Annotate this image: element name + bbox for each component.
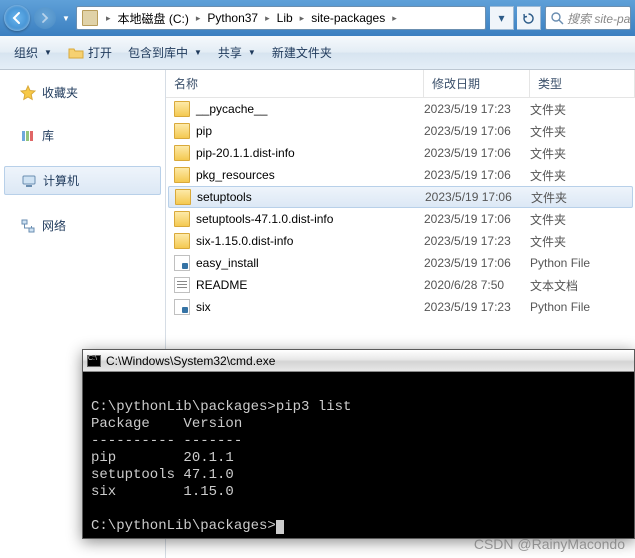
file-row[interactable]: setuptools 2023/5/19 17:06文件夹 xyxy=(168,186,633,208)
folder-icon xyxy=(174,101,190,117)
column-header-name[interactable]: 名称 xyxy=(166,70,424,97)
breadcrumb-segment[interactable]: Lib xyxy=(275,11,295,25)
organize-button[interactable]: 组织▼ xyxy=(6,40,60,65)
file-type: 文本文档 xyxy=(530,277,578,294)
folder-icon xyxy=(175,189,191,205)
file-type: Python File xyxy=(530,256,590,270)
search-input[interactable]: 搜索 site-pack xyxy=(545,6,631,30)
file-date: 2023/5/19 17:23 xyxy=(424,102,530,116)
file-name: pip-20.1.1.dist-info xyxy=(196,146,295,160)
search-placeholder: 搜索 site-pack xyxy=(567,10,631,27)
new-folder-button[interactable]: 新建文件夹 xyxy=(264,40,340,65)
cursor xyxy=(276,520,284,534)
chevron-right-icon[interactable]: ▸ xyxy=(191,13,206,24)
search-icon xyxy=(550,11,564,25)
file-row[interactable]: setuptools-47.1.0.dist-info 2023/5/19 17:… xyxy=(166,208,635,230)
file-row[interactable]: pip 2023/5/19 17:06文件夹 xyxy=(166,120,635,142)
file-date: 2023/5/19 17:06 xyxy=(424,256,530,270)
file-name: six-1.15.0.dist-info xyxy=(196,234,293,248)
library-icon xyxy=(20,128,36,144)
file-name: setuptools-47.1.0.dist-info xyxy=(196,212,333,226)
folder-open-icon xyxy=(68,45,84,61)
file-type: 文件夹 xyxy=(530,233,566,250)
file-rows: __pycache__2023/5/19 17:23文件夹pip2023/5/1… xyxy=(166,98,635,318)
file-name: setuptools xyxy=(197,190,252,204)
command-toolbar: 组织▼ 打开 包含到库中▼ 共享▼ 新建文件夹 xyxy=(0,36,635,70)
star-icon xyxy=(20,85,36,101)
file-row[interactable]: six 2023/5/19 17:23Python File xyxy=(166,296,635,318)
chevron-right-icon[interactable]: ▸ xyxy=(101,13,116,24)
nav-back-button[interactable] xyxy=(4,5,30,31)
chevron-right-icon[interactable]: ▸ xyxy=(387,13,402,24)
chevron-right-icon[interactable]: ▸ xyxy=(295,13,310,24)
address-dropdown-button[interactable]: ▾ xyxy=(490,6,514,30)
folder-icon xyxy=(174,167,190,183)
cmd-window[interactable]: C:\Windows\System32\cmd.exe C:\pythonLib… xyxy=(82,349,635,539)
cmd-title-text: C:\Windows\System32\cmd.exe xyxy=(106,354,275,368)
file-date: 2023/5/19 17:23 xyxy=(424,234,530,248)
file-type: 文件夹 xyxy=(530,167,566,184)
refresh-button[interactable] xyxy=(517,6,541,30)
sidebar-item-favorites[interactable]: 收藏夹 xyxy=(0,78,165,107)
drive-icon xyxy=(82,10,98,26)
file-name: __pycache__ xyxy=(196,102,267,116)
file-name: pkg_resources xyxy=(196,168,275,182)
file-row[interactable]: six-1.15.0.dist-info 2023/5/19 17:23文件夹 xyxy=(166,230,635,252)
file-type: 文件夹 xyxy=(530,101,566,118)
file-type: 文件夹 xyxy=(531,189,567,206)
computer-icon xyxy=(21,173,37,189)
file-date: 2023/5/19 17:23 xyxy=(424,300,530,314)
sidebar-item-network[interactable]: 网络 xyxy=(0,211,165,240)
column-headers: 名称 修改日期 类型 xyxy=(166,70,635,98)
file-type: 文件夹 xyxy=(530,211,566,228)
folder-icon xyxy=(174,211,190,227)
chevron-right-icon[interactable]: ▸ xyxy=(260,13,275,24)
sidebar-item-library[interactable]: 库 xyxy=(0,121,165,150)
folder-icon xyxy=(174,123,190,139)
breadcrumb-bar[interactable]: ▸ 本地磁盘 (C:) ▸ Python37 ▸ Lib ▸ site-pack… xyxy=(76,6,486,30)
share-button[interactable]: 共享▼ xyxy=(210,40,264,65)
breadcrumb-segment[interactable]: site-packages xyxy=(309,11,387,25)
file-row[interactable]: easy_install 2023/5/19 17:06Python File xyxy=(166,252,635,274)
python-file-icon xyxy=(174,299,190,315)
nav-forward-button[interactable] xyxy=(34,7,56,29)
cmd-titlebar[interactable]: C:\Windows\System32\cmd.exe xyxy=(83,350,634,372)
cmd-output[interactable]: C:\pythonLib\packages>pip3 list Package … xyxy=(83,372,634,545)
file-date: 2023/5/19 17:06 xyxy=(425,190,531,204)
folder-icon xyxy=(174,145,190,161)
file-date: 2023/5/19 17:06 xyxy=(424,168,530,182)
address-bar: ▼ ▸ 本地磁盘 (C:) ▸ Python37 ▸ Lib ▸ site-pa… xyxy=(0,0,635,36)
column-header-date[interactable]: 修改日期 xyxy=(424,70,530,97)
file-date: 2023/5/19 17:06 xyxy=(424,124,530,138)
cmd-icon xyxy=(87,355,101,367)
file-name: README xyxy=(196,278,247,292)
python-file-icon xyxy=(174,255,190,271)
breadcrumb-segment[interactable]: 本地磁盘 (C:) xyxy=(116,10,191,27)
file-date: 2023/5/19 17:06 xyxy=(424,146,530,160)
breadcrumb-segment[interactable]: Python37 xyxy=(205,11,260,25)
column-header-type[interactable]: 类型 xyxy=(530,70,635,97)
file-type: Python File xyxy=(530,300,590,314)
sidebar-item-computer[interactable]: 计算机 xyxy=(4,166,161,195)
open-button[interactable]: 打开 xyxy=(60,40,120,65)
file-row[interactable]: __pycache__ 2023/5/19 17:23文件夹 xyxy=(166,98,635,120)
file-row[interactable]: pkg_resources 2023/5/19 17:06文件夹 xyxy=(166,164,635,186)
file-type: 文件夹 xyxy=(530,145,566,162)
file-name: easy_install xyxy=(196,256,259,270)
file-row[interactable]: README 2020/6/28 7:50文本文档 xyxy=(166,274,635,296)
watermark: CSDN @RainyMacondo xyxy=(474,536,625,552)
file-type: 文件夹 xyxy=(530,123,566,140)
folder-icon xyxy=(174,233,190,249)
text-file-icon xyxy=(174,277,190,293)
network-icon xyxy=(20,218,36,234)
file-name: six xyxy=(196,300,211,314)
file-row[interactable]: pip-20.1.1.dist-info 2023/5/19 17:06文件夹 xyxy=(166,142,635,164)
nav-history-dropdown[interactable]: ▼ xyxy=(60,5,72,31)
include-button[interactable]: 包含到库中▼ xyxy=(120,40,210,65)
file-date: 2023/5/19 17:06 xyxy=(424,212,530,226)
file-date: 2020/6/28 7:50 xyxy=(424,278,530,292)
file-name: pip xyxy=(196,124,212,138)
